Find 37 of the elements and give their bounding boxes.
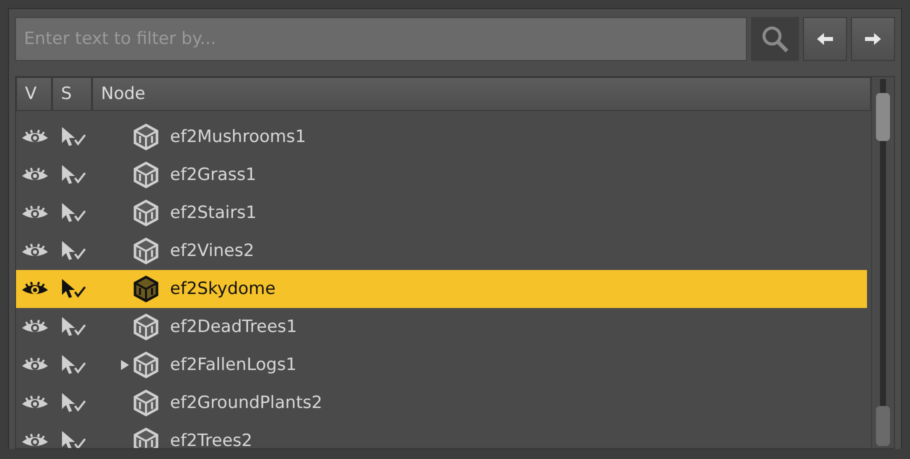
node-name: ef2DeadTrees1 xyxy=(170,317,298,337)
column-header[interactable]: Node xyxy=(92,77,871,111)
tree-row[interactable]: ef2Grass1 xyxy=(16,156,867,194)
tree-row[interactable]: ef2Skydome xyxy=(16,270,867,308)
cube-icon xyxy=(132,123,160,151)
tree-row[interactable]: ef2DeadTrees1 xyxy=(16,308,867,346)
column-header[interactable]: V xyxy=(16,77,52,111)
expand-arrow-icon[interactable] xyxy=(120,359,130,371)
cube-icon xyxy=(132,237,160,265)
cube-icon xyxy=(132,313,160,341)
tree-row[interactable]: ef2GroundPlants2 xyxy=(16,384,867,422)
cube-icon xyxy=(132,275,160,303)
column-header[interactable]: S xyxy=(52,77,92,111)
tree-row[interactable]: ef2FallenLogs1 xyxy=(16,346,867,384)
node-name: ef2Trees2 xyxy=(170,431,252,448)
cube-icon xyxy=(132,351,160,379)
scroll-thumb[interactable] xyxy=(876,93,890,141)
cube-icon xyxy=(132,161,160,189)
node-name: ef2GroundPlants2 xyxy=(170,393,322,413)
node-name: ef2Stairs1 xyxy=(170,203,257,223)
cube-icon xyxy=(132,199,160,227)
node-name: ef2Mushrooms1 xyxy=(170,127,306,147)
back-button[interactable] xyxy=(803,17,847,61)
left-arrow-icon xyxy=(816,32,834,46)
node-name: ef2FallenLogs1 xyxy=(170,355,297,375)
tree-row[interactable]: ef2Mushrooms1 xyxy=(16,118,867,156)
tree-row[interactable]: ef2Vines2 xyxy=(16,232,867,270)
eye-icon[interactable] xyxy=(20,432,50,448)
cube-icon xyxy=(132,427,160,448)
right-arrow-icon xyxy=(864,32,882,46)
node-name: ef2Grass1 xyxy=(170,165,256,185)
forward-button[interactable] xyxy=(851,17,895,61)
cube-icon xyxy=(132,389,160,417)
search-icon xyxy=(760,24,790,54)
node-name: ef2Vines2 xyxy=(170,241,254,261)
tree-row[interactable]: ef2Stairs1 xyxy=(16,194,867,232)
node-name: ef2Skydome xyxy=(170,279,276,299)
